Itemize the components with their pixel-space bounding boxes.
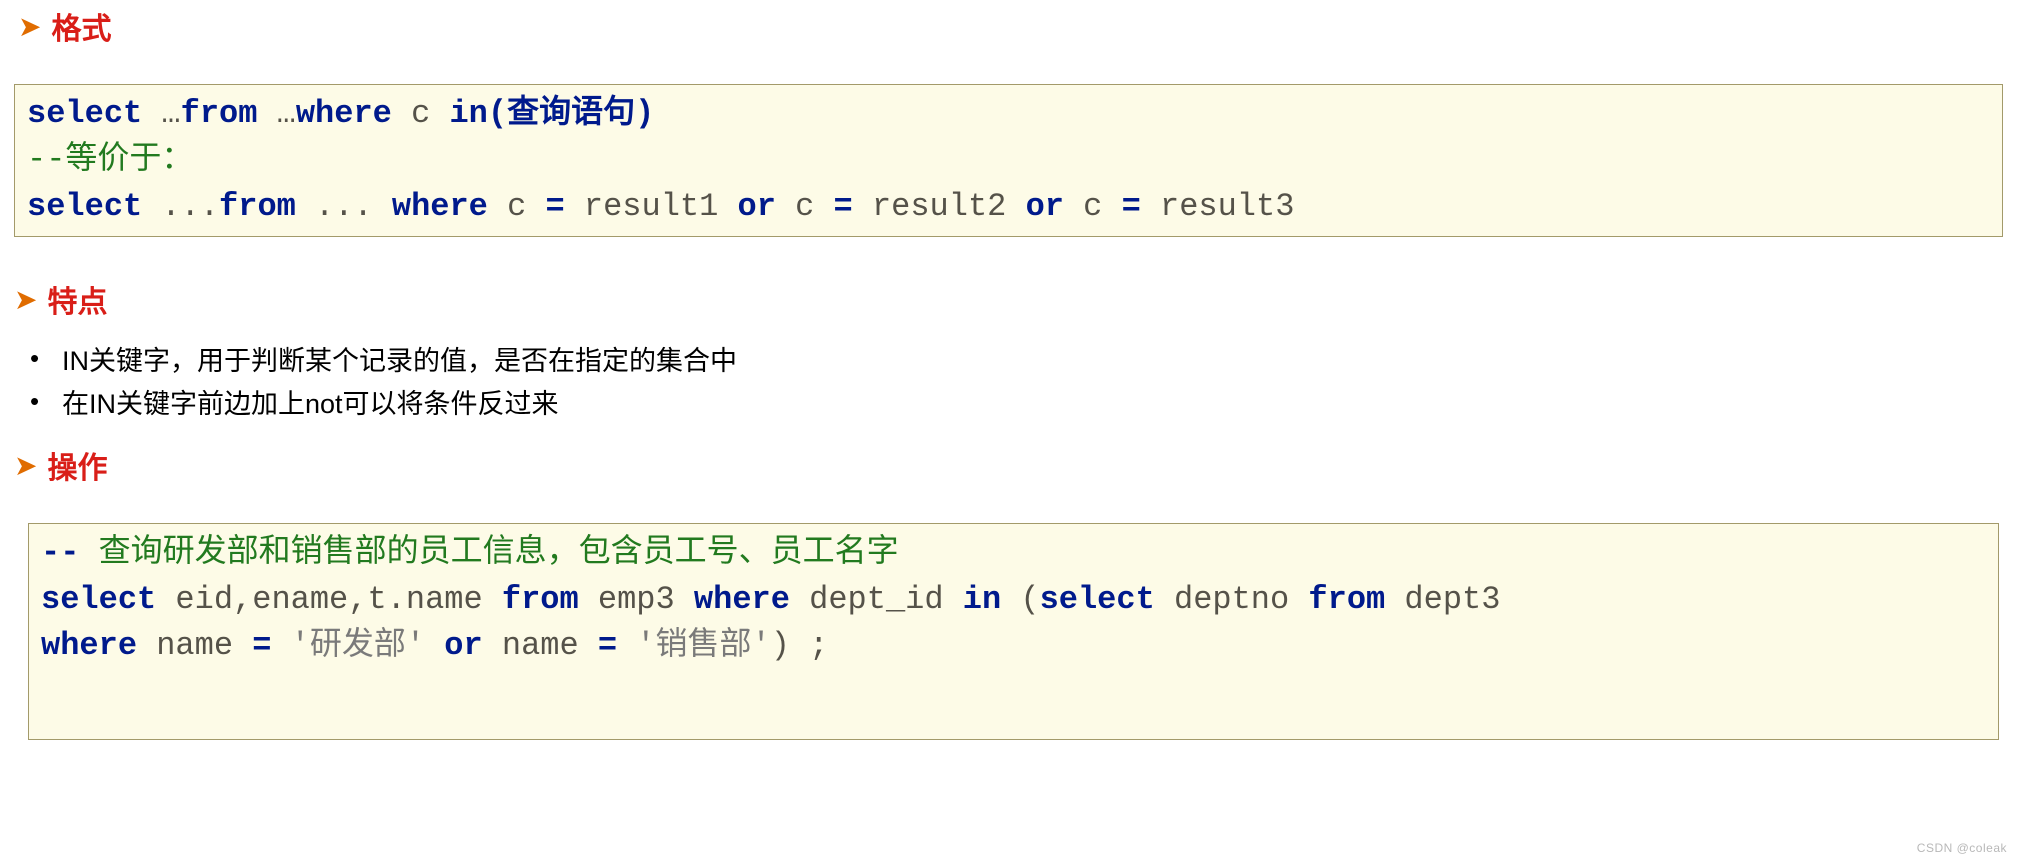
section-operate-header: ➤ 操作: [14, 443, 2017, 487]
kw-where: where: [392, 188, 488, 225]
arrow-icon: ➤: [18, 10, 41, 43]
kw-select: select: [27, 95, 142, 132]
kw-select: select: [1040, 581, 1155, 618]
kw-in: in: [963, 581, 1001, 618]
section-feature-title: 特点: [47, 277, 107, 321]
watermark: CSDN @coleak: [1917, 841, 2007, 855]
code-block-operate: -- 查询研发部和销售部的员工信息，包含员工号、员工名字 select eid,…: [28, 523, 1999, 740]
kw-select: select: [27, 188, 142, 225]
bullet-icon: •: [30, 343, 62, 374]
kw-where: where: [296, 95, 392, 132]
section-feature-header: ➤ 特点: [14, 277, 2017, 321]
feature-text-2: 在IN关键字前边加上not可以将条件反过来: [62, 382, 559, 421]
comment: --等价于：: [27, 141, 193, 178]
feature-list: •IN关键字，用于判断某个记录的值，是否在指定的集合中 •在IN关键字前边加上n…: [30, 339, 2017, 421]
bullet-icon: •: [30, 386, 62, 417]
feature-text-1: IN关键字，用于判断某个记录的值，是否在指定的集合中: [62, 339, 737, 378]
kw-from: from: [219, 188, 296, 225]
section-operate-title: 操作: [47, 443, 107, 487]
section-format-title: 格式: [51, 4, 111, 48]
kw-or: or: [1026, 188, 1064, 225]
list-item: •在IN关键字前边加上not可以将条件反过来: [30, 382, 2017, 421]
kw-or: or: [738, 188, 776, 225]
arrow-icon: ➤: [14, 283, 37, 316]
kw-from: from: [502, 581, 579, 618]
kw-in: in(查询语句): [449, 95, 654, 132]
string-literal: '销售部': [617, 627, 771, 664]
string-literal: '研发部': [271, 627, 444, 664]
section-format-header: ➤ 格式: [18, 4, 2017, 48]
kw-select: select: [41, 581, 156, 618]
kw-from: from: [181, 95, 258, 132]
kw-or: or: [444, 627, 482, 664]
kw-where: where: [694, 581, 790, 618]
kw-where: where: [41, 627, 137, 664]
kw-from: from: [1308, 581, 1385, 618]
code-block-format: select …from …where c in(查询语句) --等价于： se…: [14, 84, 2003, 237]
arrow-icon: ➤: [14, 449, 37, 482]
list-item: •IN关键字，用于判断某个记录的值，是否在指定的集合中: [30, 339, 2017, 378]
comment: 查询研发部和销售部的员工信息，包含员工号、员工名字: [79, 534, 898, 571]
